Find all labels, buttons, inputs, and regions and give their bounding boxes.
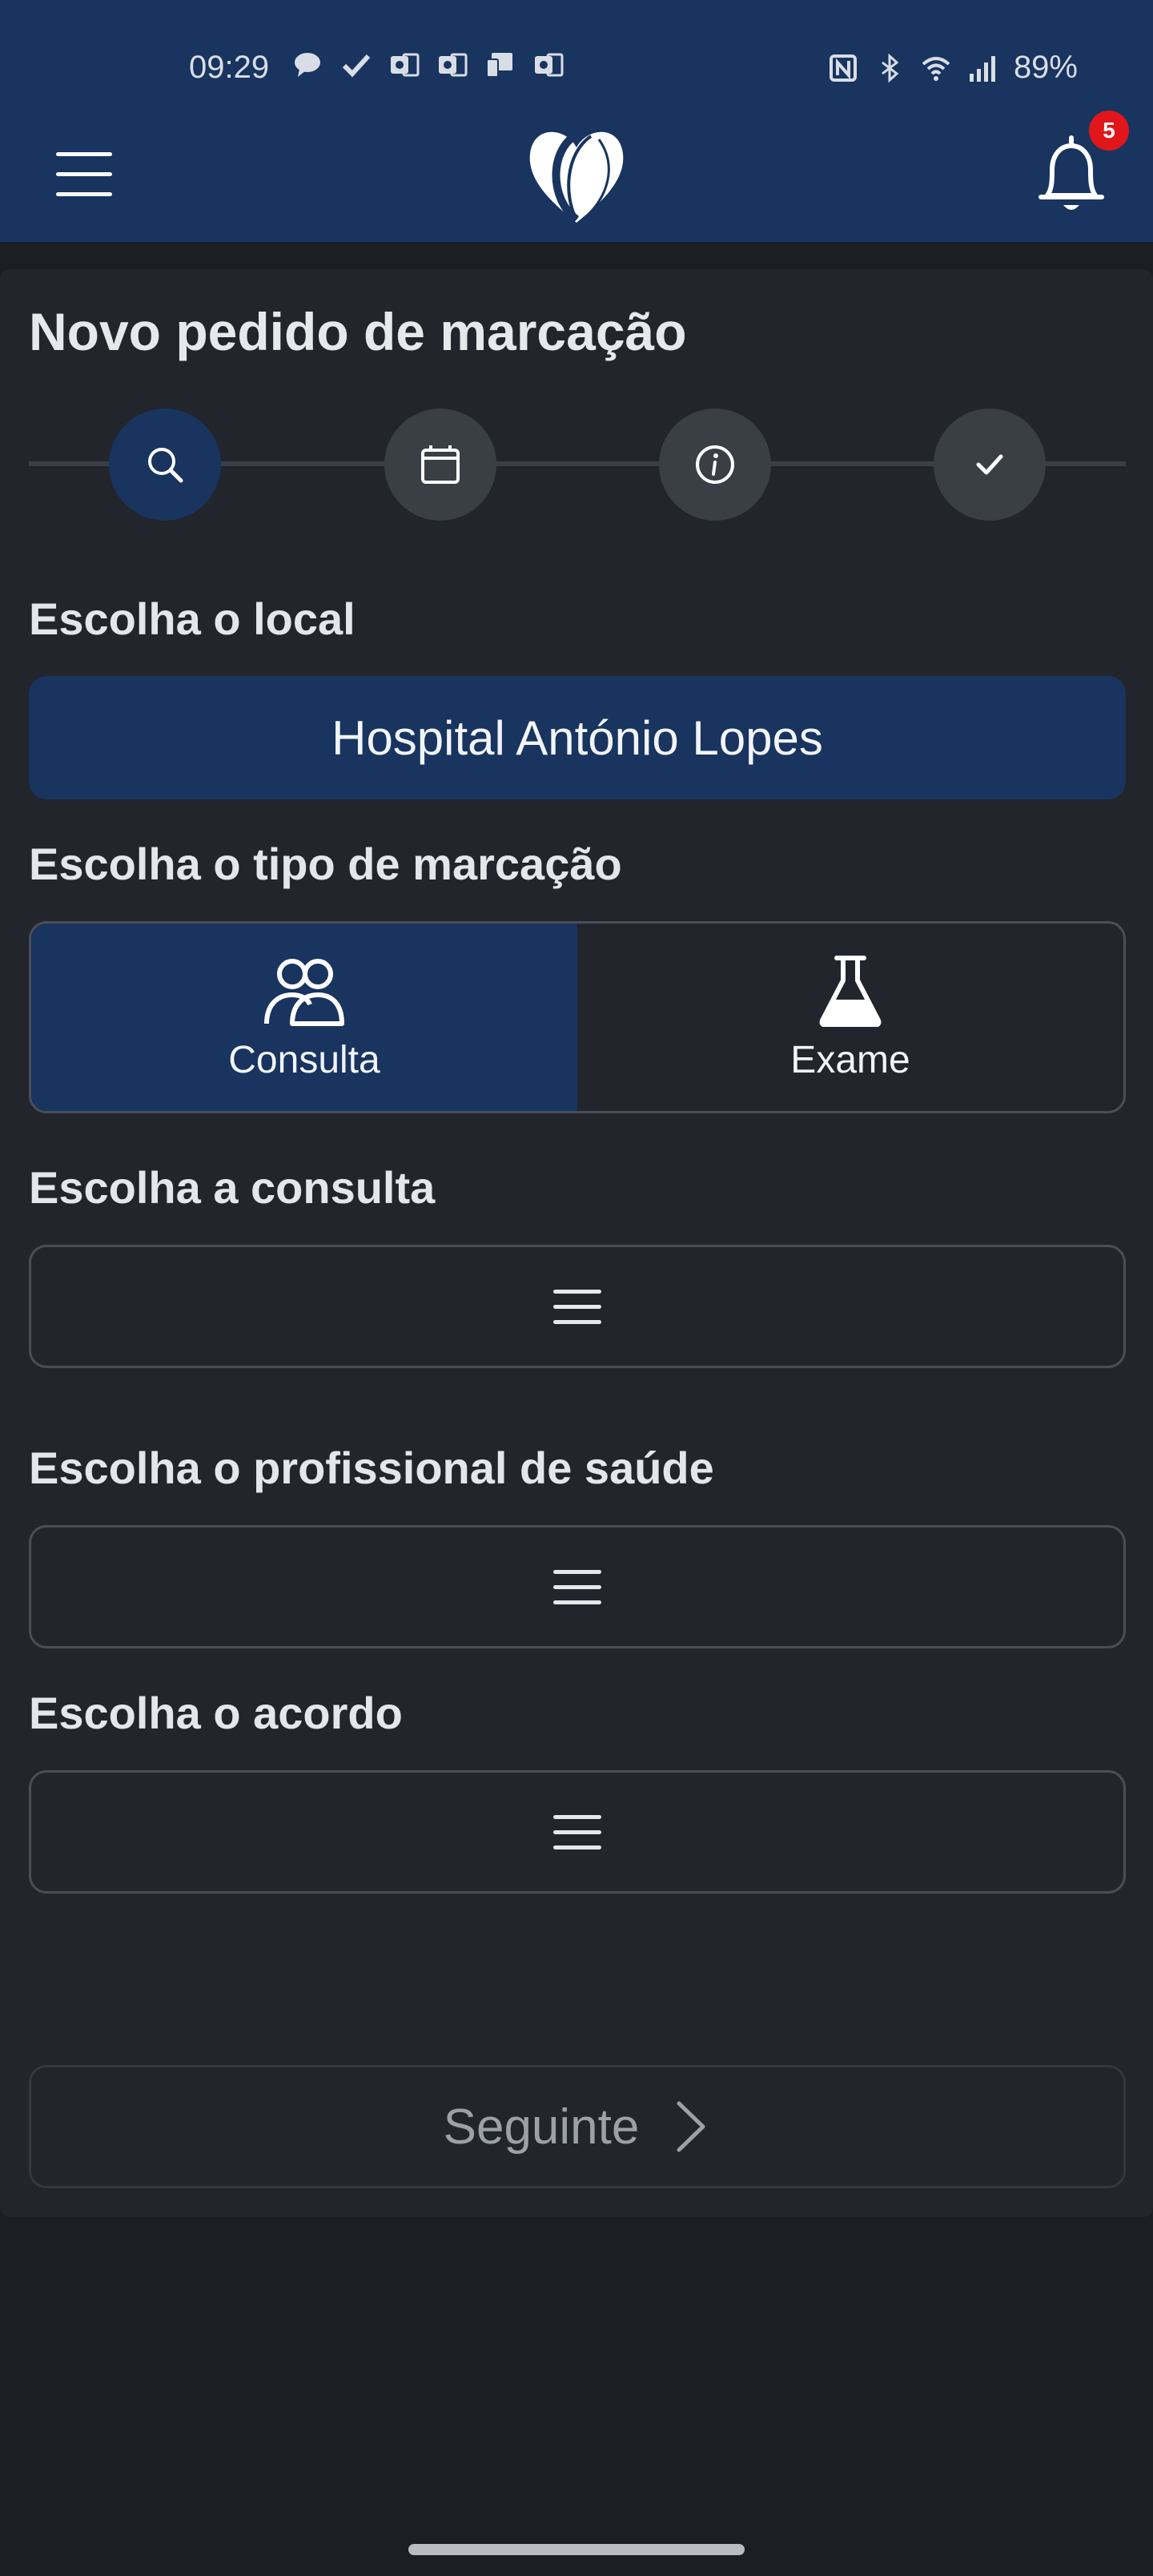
- next-button[interactable]: Seguinte: [29, 2065, 1126, 2188]
- list-icon: [553, 1278, 601, 1335]
- device-icon: [485, 51, 516, 78]
- list-icon: [553, 1804, 601, 1861]
- check-icon: [976, 454, 1003, 475]
- battery-level: 89%: [1013, 50, 1078, 85]
- step-calendar[interactable]: [384, 409, 496, 521]
- page-title: Novo pedido de marcação: [29, 302, 687, 361]
- consultation-label: Escolha a consulta: [29, 1162, 436, 1213]
- search-icon: [148, 448, 183, 483]
- bluetooth-icon: [874, 53, 905, 83]
- location-select-button[interactable]: Hospital António Lopes: [29, 676, 1126, 799]
- outlook-icon: [437, 51, 468, 78]
- check-icon: [341, 51, 372, 78]
- appointment-type-label: Escolha o tipo de marcação: [29, 839, 622, 889]
- signal-icon: [967, 53, 998, 83]
- notification-icons: [293, 51, 564, 78]
- location-label: Escolha o local: [29, 594, 356, 644]
- outlook-icon: [389, 51, 420, 78]
- calendar-icon: [421, 445, 460, 484]
- home-indicator[interactable]: [408, 2544, 745, 2555]
- people-icon: [264, 958, 344, 1026]
- next-button-label: Seguinte: [443, 2099, 640, 2155]
- nfc-icon: [828, 53, 858, 83]
- chevron-right-icon: [677, 2101, 705, 2152]
- message-icon: [293, 51, 323, 78]
- agreement-label: Escolha o acordo: [29, 1688, 403, 1738]
- system-icons: 89%: [828, 50, 1078, 86]
- type-option-label: Consulta: [228, 1038, 380, 1081]
- appointment-type-toggle: Consulta Exame: [29, 921, 1126, 1113]
- type-option-label: Exame: [790, 1038, 910, 1081]
- professional-select[interactable]: [29, 1525, 1126, 1648]
- brand-logo: [517, 119, 636, 227]
- type-option-consulta[interactable]: Consulta: [31, 924, 577, 1111]
- step-info[interactable]: [659, 409, 771, 521]
- list-icon: [553, 1559, 601, 1616]
- flask-icon: [819, 955, 882, 1027]
- step-confirm[interactable]: [934, 409, 1046, 521]
- agreement-select[interactable]: [29, 1770, 1126, 1894]
- status-time: 09:29: [189, 50, 270, 85]
- wifi-icon: [921, 53, 951, 83]
- notification-badge: 5: [1089, 111, 1129, 151]
- step-search[interactable]: [109, 409, 221, 521]
- info-icon: [696, 445, 734, 484]
- outlook-icon: [533, 51, 564, 78]
- type-option-exame[interactable]: Exame: [577, 924, 1123, 1111]
- booking-card: [0, 269, 1153, 2217]
- professional-label: Escolha o profissional de saúde: [29, 1443, 714, 1493]
- consultation-select[interactable]: [29, 1245, 1126, 1368]
- hamburger-menu-icon[interactable]: [56, 152, 112, 197]
